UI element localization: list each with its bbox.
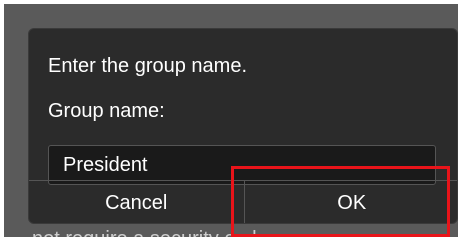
group-name-label: Group name: (48, 100, 165, 122)
group-name-dialog: Enter the group name. Group name: Cancel… (28, 28, 458, 224)
dialog-message: Enter the group name. (48, 55, 248, 77)
ok-button[interactable]: OK (245, 181, 458, 223)
app-screen: not require a security code Enter the gr… (4, 4, 458, 237)
cancel-button[interactable]: Cancel (29, 181, 245, 223)
background-text: not require a security code (32, 228, 268, 237)
dialog-button-bar: Cancel OK (29, 180, 458, 223)
group-name-input[interactable] (48, 145, 436, 185)
